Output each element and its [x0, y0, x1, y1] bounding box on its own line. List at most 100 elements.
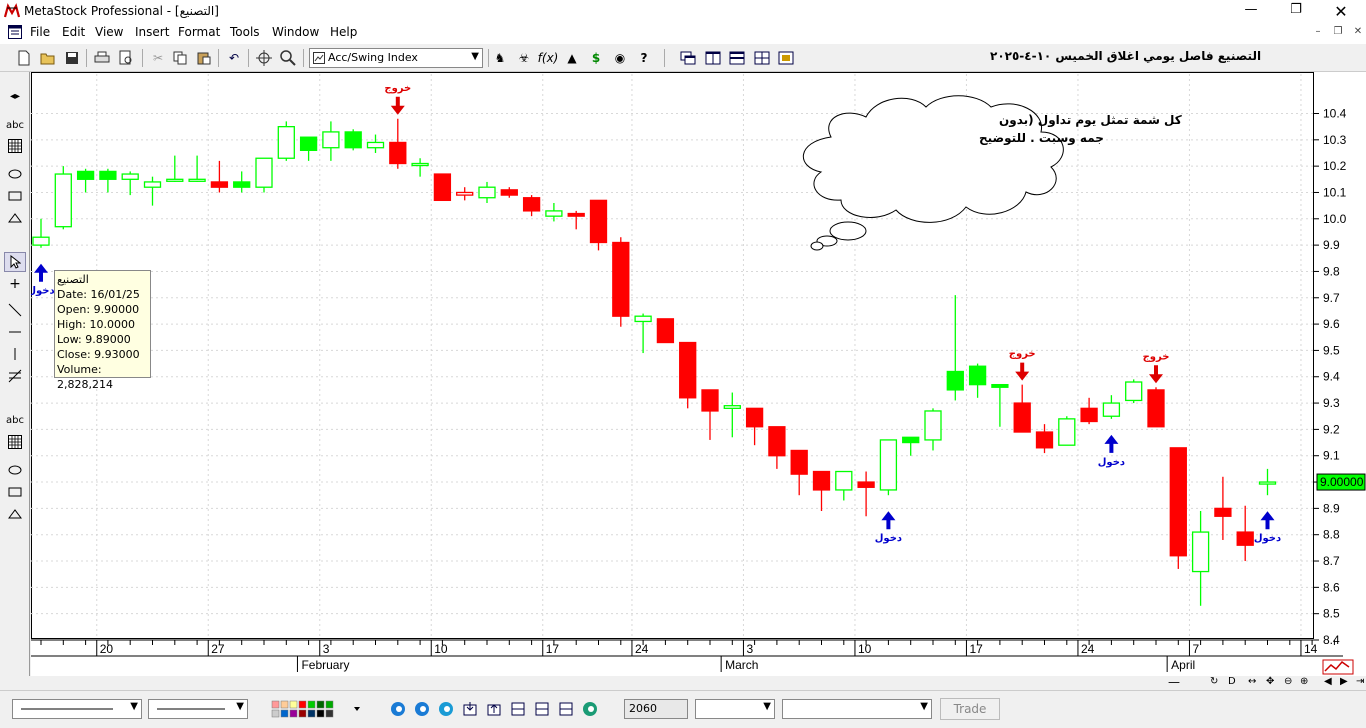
- child-minimize-button[interactable]: –: [1310, 26, 1326, 40]
- horizontal-line-tool-icon[interactable]: [4, 322, 26, 342]
- y-tick-label: 10.2: [1323, 159, 1347, 173]
- move-icon[interactable]: ✥: [1266, 676, 1274, 687]
- triangle-tool-icon[interactable]: [4, 208, 26, 228]
- edge-browser-icon[interactable]: [582, 701, 598, 717]
- undo-icon[interactable]: ↶: [224, 48, 244, 68]
- child-restore-button[interactable]: ❐: [1330, 26, 1346, 40]
- copy-icon[interactable]: [170, 48, 190, 68]
- dollar-icon[interactable]: $: [586, 48, 606, 68]
- layout-icon[interactable]: [534, 701, 550, 717]
- ellipse-tool-icon[interactable]: [4, 164, 26, 184]
- refresh-icon[interactable]: ↻: [1210, 676, 1218, 687]
- entry-label: دخول: [875, 533, 902, 544]
- edge-browser-icon[interactable]: [414, 701, 430, 717]
- system-tester-icon[interactable]: ▲: [562, 48, 582, 68]
- help-pointer-icon[interactable]: ?: [634, 48, 654, 68]
- explorer-icon[interactable]: ☣: [514, 48, 534, 68]
- restore-button[interactable]: ❐: [1281, 2, 1311, 20]
- periodicity-button[interactable]: D: [1228, 676, 1236, 687]
- candle-body: [32, 236, 50, 246]
- indicator-select-value: Acc/Swing Index: [328, 51, 418, 64]
- print-icon[interactable]: [92, 48, 112, 68]
- arrange-icon[interactable]: [776, 48, 796, 68]
- fibonacci-tool-icon[interactable]: [4, 366, 26, 386]
- menu-format[interactable]: Format: [178, 25, 220, 39]
- zoom-in-icon[interactable]: ⊕: [1300, 676, 1308, 687]
- line-style-select[interactable]: ▼: [12, 699, 142, 719]
- text-tool[interactable]: abc: [4, 115, 26, 135]
- edge-browser-icon[interactable]: [438, 701, 454, 717]
- periodicity-select[interactable]: ▼: [695, 699, 775, 719]
- tile-vertical-icon[interactable]: [703, 48, 723, 68]
- y-tick-label: 10.0: [1323, 212, 1347, 226]
- grid-tool-icon[interactable]: [4, 432, 26, 452]
- child-close-button[interactable]: ✕: [1350, 26, 1366, 40]
- security-select[interactable]: ▼: [782, 699, 932, 719]
- scroll-left-icon[interactable]: ↔: [1248, 676, 1256, 687]
- x-tick-label: 10: [858, 642, 872, 656]
- paste-icon[interactable]: [194, 48, 214, 68]
- export-icon[interactable]: [486, 701, 502, 717]
- chart-window-icon[interactable]: [8, 25, 22, 39]
- menu-window[interactable]: Window: [272, 25, 319, 39]
- grid-tool-icon[interactable]: [4, 136, 26, 156]
- menu-tools[interactable]: Tools: [230, 25, 260, 39]
- layout-icon[interactable]: [558, 701, 574, 717]
- scroll-end-icon[interactable]: ⇥: [1356, 676, 1364, 687]
- trendline-tool-icon[interactable]: [4, 300, 26, 320]
- cut-icon[interactable]: ✂: [148, 48, 168, 68]
- zoom-icon[interactable]: [278, 48, 298, 68]
- rectangle-tool-icon[interactable]: [4, 482, 26, 502]
- print-preview-icon[interactable]: [116, 48, 136, 68]
- tile-grid-icon[interactable]: [752, 48, 772, 68]
- save-icon[interactable]: [62, 48, 82, 68]
- tile-horizontal-icon[interactable]: [727, 48, 747, 68]
- color-palette[interactable]: [270, 699, 360, 719]
- chart-pane[interactable]: 10.4 10.3 10.2 10.1 10.0 9.9 9.8 9.7 9.6 9.5 9.4 9.…: [27, 72, 1366, 676]
- exit-label: خروج: [1009, 349, 1036, 360]
- minimize-button[interactable]: —: [1236, 2, 1266, 20]
- crosshair-tool-icon[interactable]: +: [4, 274, 26, 294]
- expert-advisor-icon[interactable]: ♞: [490, 48, 510, 68]
- cascade-windows-icon[interactable]: [678, 48, 698, 68]
- callout-bubble-dot: [810, 241, 824, 251]
- formula-icon[interactable]: f(x): [538, 48, 559, 68]
- bars-field[interactable]: 2060: [624, 699, 688, 719]
- import-icon[interactable]: [462, 701, 478, 717]
- layout-icon[interactable]: [510, 701, 526, 717]
- edge-browser-icon[interactable]: [390, 701, 406, 717]
- y-tick-label: 8.6: [1323, 580, 1340, 594]
- crosshair-icon[interactable]: [254, 48, 274, 68]
- indicator-select[interactable]: Acc/Swing Index ▼: [309, 48, 483, 68]
- text-tool[interactable]: abc: [4, 410, 26, 430]
- candle-body: [143, 181, 162, 188]
- open-folder-icon[interactable]: [38, 48, 58, 68]
- candle-body: [656, 318, 675, 344]
- line-weight-select[interactable]: ▼: [148, 699, 248, 719]
- zoom-out-icon[interactable]: ⊖: [1284, 676, 1292, 687]
- menu-insert[interactable]: Insert: [135, 25, 169, 39]
- candle-body: [812, 470, 831, 491]
- ellipse-tool-icon[interactable]: [4, 460, 26, 480]
- price-chart[interactable]: 10.4 10.3 10.2 10.1 10.0 9.9 9.8 9.7 9.6 9.5 9.4 9.…: [27, 72, 1366, 676]
- y-tick-label: 8.8: [1323, 528, 1340, 542]
- rectangle-tool-icon[interactable]: [4, 186, 26, 206]
- scroll-back-icon[interactable]: ◀: [1324, 676, 1332, 687]
- trade-button[interactable]: Trade: [940, 698, 1000, 720]
- menu-help[interactable]: Help: [330, 25, 357, 39]
- candle-body: [1214, 507, 1232, 517]
- y-tick-label: 9.1: [1323, 449, 1340, 463]
- close-button[interactable]: ✕: [1326, 2, 1356, 21]
- zoom-slider[interactable]: —: [1168, 675, 1180, 689]
- candle-body: [790, 449, 808, 475]
- menu-edit[interactable]: Edit: [62, 25, 85, 39]
- pointer-tool-icon[interactable]: [4, 252, 26, 272]
- scroll-arrows-icon[interactable]: ◂▸: [4, 86, 26, 106]
- binoculars-icon[interactable]: ◉: [610, 48, 630, 68]
- vertical-line-tool-icon[interactable]: [4, 344, 26, 364]
- menu-view[interactable]: View: [95, 25, 123, 39]
- scroll-forward-icon[interactable]: ▶: [1340, 676, 1348, 687]
- menu-file[interactable]: File: [30, 25, 50, 39]
- new-file-icon[interactable]: [14, 48, 34, 68]
- triangle-tool-icon[interactable]: [4, 504, 26, 524]
